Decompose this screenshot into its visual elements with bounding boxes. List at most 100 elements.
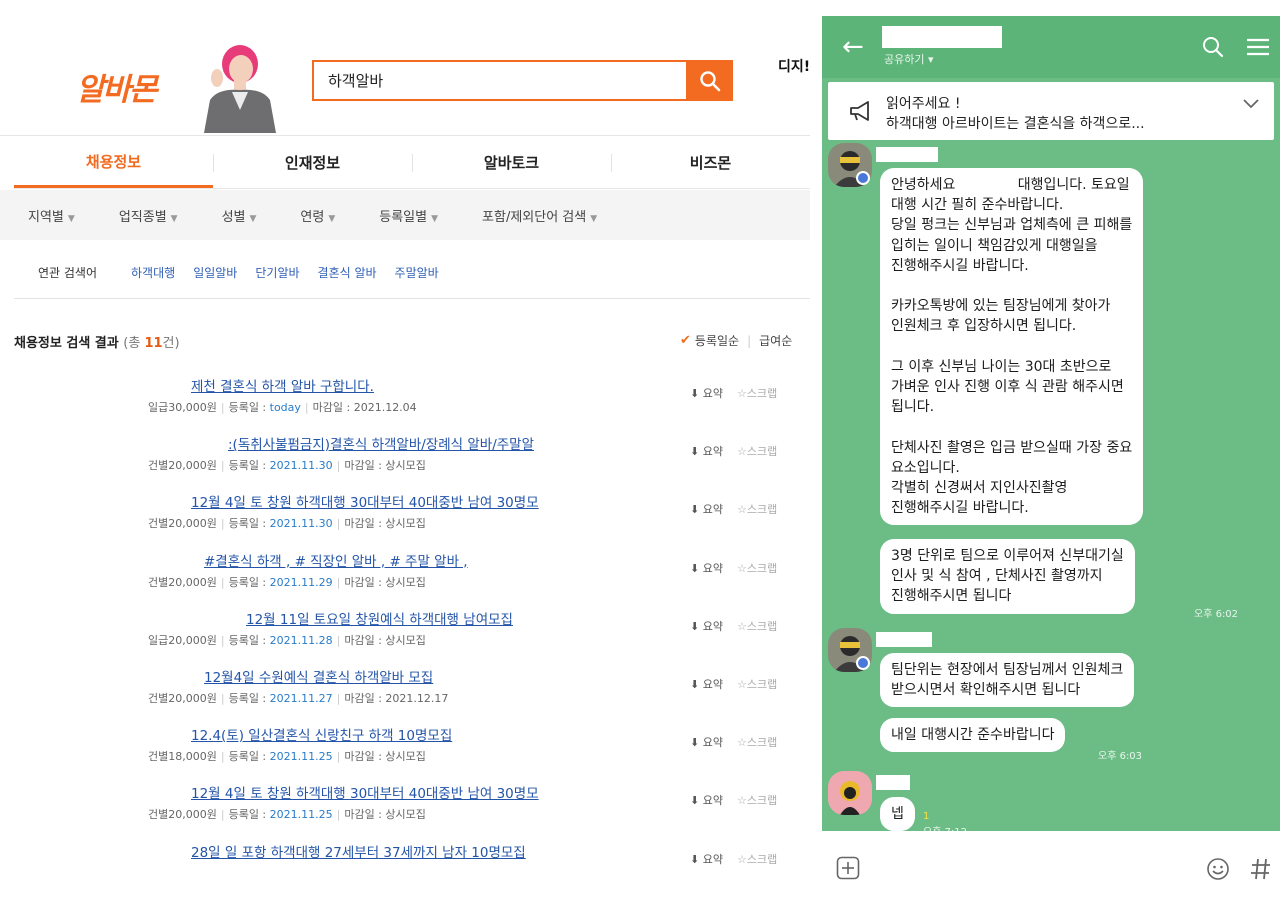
separator: |	[336, 750, 341, 764]
menu-icon[interactable]	[1246, 36, 1270, 58]
notice-banner[interactable]: 읽어주세요 ! 하객대행 아르바이트는 결혼식을 하객으로...	[828, 82, 1274, 140]
job-title[interactable]: 제천 결혼식 하객 알바 구합니다.	[191, 375, 374, 395]
search-input[interactable]	[314, 62, 686, 99]
filter-label: 성별	[221, 209, 246, 225]
notice-title: 읽어주세요 !	[886, 96, 961, 112]
summary-button[interactable]: ⬇ 요약	[690, 736, 723, 749]
scrap-button[interactable]: ☆스크랩	[737, 853, 777, 866]
separator: |	[220, 691, 225, 705]
job-deadline: 마감일 : 상시모집	[344, 633, 426, 647]
summary-label: 요약	[702, 794, 723, 808]
main-tabs: 채용정보 인재정보 알바토크 비즈몬	[14, 137, 810, 189]
summary-button[interactable]: ⬇ 요약	[690, 794, 723, 807]
megaphone-icon	[850, 101, 869, 121]
separator: |	[220, 401, 225, 414]
job-item: 12.4(토) 일산결혼식 신랑친구 하객 10명모집 건별18,000원 | 등록…	[0, 721, 810, 779]
sort-options: ✔ 등록일순 | 급여순	[680, 332, 792, 349]
result-count-prefix: (총	[123, 336, 145, 351]
scrap-button[interactable]: ☆스크랩	[737, 445, 777, 458]
result-title: 채용정보 검색 결과 (총 11건)	[14, 332, 180, 351]
related-keyword[interactable]: 하객대행	[131, 264, 175, 281]
summary-label: 요약	[702, 619, 723, 633]
crown-badge-icon	[856, 171, 870, 185]
scrap-button[interactable]: ☆스크랩	[737, 387, 777, 400]
summary-button[interactable]: ⬇ 요약	[690, 853, 723, 866]
emoji-icon[interactable]	[1206, 857, 1230, 881]
chevron-down-icon: ▼	[249, 213, 257, 224]
tab-bizmon[interactable]: 비즈몬	[611, 137, 810, 188]
plus-icon[interactable]	[836, 856, 860, 880]
chat-share-label[interactable]: 공유하기 ▾	[884, 51, 934, 67]
scrap-button[interactable]: ☆스크랩	[737, 678, 777, 691]
mascot-image	[204, 45, 276, 133]
reg-date: 2021.11.29	[269, 575, 333, 589]
job-title[interactable]: 28일 일 포항 하객대행 27세부터 37세까지 남자 10명모집	[191, 841, 526, 861]
job-actions: ⬇ 요약 ☆스크랩	[690, 560, 777, 576]
job-actions: ⬇ 요약 ☆스크랩	[690, 676, 777, 692]
summary-button[interactable]: ⬇ 요약	[690, 620, 723, 633]
job-item: 28일 일 포항 하객대행 27세부터 37세까지 남자 10명모집 ⬇ 요약 ☆…	[0, 838, 810, 896]
summary-button[interactable]: ⬇ 요약	[690, 445, 723, 458]
crown-badge-icon	[856, 656, 870, 670]
filter-category[interactable]: 업직종별 ▼	[119, 206, 178, 225]
related-keyword[interactable]: 결혼식 알바	[318, 264, 377, 281]
job-item: #결혼식 하객 , # 직장인 알바 , # 주말 알바 , 건별20,000원…	[0, 547, 810, 605]
chat-name-redacted	[882, 26, 1002, 48]
tab-albatalk[interactable]: 알바토크	[412, 137, 611, 188]
summary-button[interactable]: ⬇ 요약	[690, 678, 723, 691]
sort-by-date[interactable]: 등록일순	[695, 332, 739, 349]
separator: |	[336, 575, 341, 589]
scrap-button[interactable]: ☆스크랩	[737, 562, 777, 575]
scrap-button[interactable]: ☆스크랩	[737, 736, 777, 749]
tab-jobs[interactable]: 채용정보	[14, 137, 213, 188]
job-title[interactable]: 12월 4일 토 창원 하객대행 30대부터 40대중반 남여 30명모	[191, 491, 539, 511]
job-deadline: 마감일 : 상시모집	[344, 575, 426, 589]
job-list: 제천 결혼식 하객 알바 구합니다. 일급30,000원 | 등록일 : today…	[0, 372, 810, 896]
back-arrow-icon[interactable]: ←	[842, 34, 864, 60]
filter-date[interactable]: 등록일별 ▼	[379, 206, 438, 225]
related-keyword[interactable]: 일일알바	[193, 264, 237, 281]
filter-gender[interactable]: 성별 ▼	[222, 206, 257, 225]
divider	[14, 298, 810, 299]
chevron-down-icon: ▼	[590, 213, 598, 224]
tab-talent[interactable]: 인재정보	[213, 137, 412, 188]
job-title[interactable]: 12월4일 수원예식 결혼식 하객알바 모집	[204, 666, 433, 686]
avatar[interactable]	[828, 771, 872, 815]
chevron-down-icon[interactable]	[1242, 98, 1260, 110]
search-button[interactable]	[686, 60, 733, 101]
summary-button[interactable]: ⬇ 요약	[690, 503, 723, 516]
filter-label: 연령	[300, 209, 325, 225]
message-time: 오후 6:03	[1098, 751, 1143, 762]
sort-by-pay[interactable]: 급여순	[759, 332, 792, 349]
job-actions: ⬇ 요약 ☆스크랩	[690, 851, 777, 867]
separator: |	[336, 459, 341, 473]
job-deadline: 마감일 : 2021.12.17	[344, 691, 449, 705]
reg-date: 2021.11.30	[269, 517, 333, 531]
job-title[interactable]: 12월 4일 토 창원 하객대행 30대부터 40대중반 남여 30명모	[191, 782, 539, 802]
reg-label: 등록일 :	[228, 633, 267, 647]
job-title[interactable]: :(독취사불펌금지)결혼식 하객알바/장례식 알바/주말알	[228, 433, 534, 453]
related-keyword[interactable]: 단기알바	[255, 264, 299, 281]
filter-keyword[interactable]: 포함/제외단어 검색 ▼	[482, 206, 597, 225]
reg-date: today	[269, 401, 301, 414]
reg-date: 2021.11.28	[269, 633, 333, 647]
albamon-logo[interactable]: 알바몬	[76, 64, 158, 109]
related-keyword[interactable]: 주말알바	[395, 264, 439, 281]
scrap-button[interactable]: ☆스크랩	[737, 503, 777, 516]
summary-button[interactable]: ⬇ 요약	[690, 387, 723, 400]
reg-date: 2021.11.30	[269, 459, 333, 473]
hashtag-icon[interactable]	[1250, 857, 1272, 881]
search-icon[interactable]	[1202, 36, 1224, 58]
message-bubble: 안녕하세요 대행입니다. 토요일 대행 시간 필히 준수바랍니다. 당일 펑크는…	[880, 168, 1144, 526]
filter-region[interactable]: 지역별 ▼	[28, 206, 75, 225]
scrap-button[interactable]: ☆스크랩	[737, 620, 777, 633]
filter-age[interactable]: 연령 ▼	[300, 206, 335, 225]
job-item: 12월4일 수원예식 결혼식 하객알바 모집 건별20,000원 | 등록일 : 2…	[0, 663, 810, 721]
job-title[interactable]: #결혼식 하객 , # 직장인 알바 , # 주말 알바 ,	[204, 550, 468, 570]
job-meta: 건별20,000원 | 등록일 : 2021.11.29 | 마감일 : 상시모집	[148, 574, 426, 590]
summary-button[interactable]: ⬇ 요약	[690, 562, 723, 575]
scrap-button[interactable]: ☆스크랩	[737, 794, 777, 807]
job-title[interactable]: 12.4(토) 일산결혼식 신랑친구 하객 10명모집	[191, 724, 452, 744]
sender-name-redacted	[876, 632, 932, 647]
job-title[interactable]: 12월 11일 토요일 창원예식 하객대행 남여모집	[246, 608, 513, 628]
